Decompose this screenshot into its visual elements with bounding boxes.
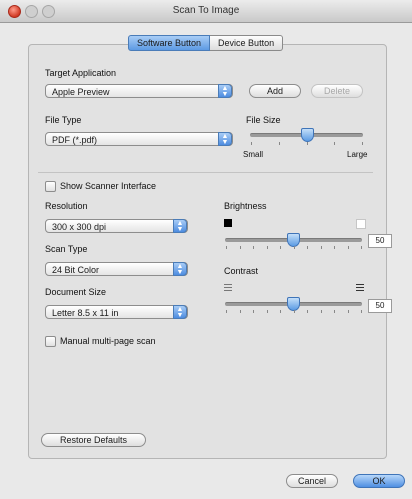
restore-defaults-button[interactable]: Restore Defaults xyxy=(41,433,146,447)
target-application-label: Target Application xyxy=(45,68,117,78)
popup-arrows-icon: ▲ ▼ xyxy=(173,262,187,276)
title-bar: Scan To Image xyxy=(0,0,412,23)
file-type-select[interactable]: PDF (*.pdf) ▲ ▼ xyxy=(45,132,233,146)
window-title: Scan To Image xyxy=(172,5,240,16)
high-contrast-icon xyxy=(356,284,364,291)
scan-type-value: 24 Bit Color xyxy=(52,265,100,275)
tab-software-button[interactable]: Software Button xyxy=(128,35,211,51)
document-size-label: Document Size xyxy=(45,287,107,297)
show-scanner-interface-label: Show Scanner Interface xyxy=(60,181,157,191)
section-divider xyxy=(38,172,373,173)
target-application-value: Apple Preview xyxy=(52,87,110,97)
scan-type-label: Scan Type xyxy=(45,244,88,254)
cancel-button[interactable]: Cancel xyxy=(286,474,338,488)
target-application-select[interactable]: Apple Preview ▲ ▼ xyxy=(45,84,233,98)
file-size-slider-knob[interactable] xyxy=(301,128,314,142)
file-size-min-label: Small xyxy=(243,150,264,159)
brightness-slider-knob[interactable] xyxy=(287,233,300,247)
file-size-max-label: Large xyxy=(347,150,368,159)
light-swatch-icon xyxy=(356,219,366,229)
resolution-label: Resolution xyxy=(45,201,88,211)
contrast-ticks xyxy=(226,310,362,313)
brightness-ticks xyxy=(226,246,362,249)
ok-button[interactable]: OK xyxy=(353,474,405,488)
popup-arrows-icon: ▲ ▼ xyxy=(218,84,232,98)
low-contrast-icon xyxy=(224,284,232,291)
tab-bar: Software Button Device Button xyxy=(128,35,284,51)
contrast-value-field[interactable]: 50 xyxy=(368,299,392,313)
file-size-label: File Size xyxy=(246,115,281,125)
scan-type-select[interactable]: 24 Bit Color ▲ ▼ xyxy=(45,262,188,276)
document-size-select[interactable]: Letter 8.5 x 11 in ▲ ▼ xyxy=(45,305,188,319)
delete-button[interactable]: Delete xyxy=(311,84,363,98)
brightness-label: Brightness xyxy=(224,201,267,211)
file-type-value: PDF (*.pdf) xyxy=(52,135,98,145)
document-size-value: Letter 8.5 x 11 in xyxy=(52,308,119,318)
resolution-select[interactable]: 300 x 300 dpi ▲ ▼ xyxy=(45,219,188,233)
contrast-label: Contrast xyxy=(224,266,259,276)
file-size-ticks xyxy=(251,142,363,145)
resolution-value: 300 x 300 dpi xyxy=(52,222,107,232)
dialog-window: Scan To Image Software Button Device But… xyxy=(0,0,412,499)
show-scanner-interface-checkbox[interactable] xyxy=(45,181,56,192)
add-button[interactable]: Add xyxy=(249,84,301,98)
popup-arrows-icon: ▲ ▼ xyxy=(173,219,187,233)
dark-swatch-icon xyxy=(224,219,232,227)
contrast-slider-knob[interactable] xyxy=(287,297,300,311)
tab-device-button[interactable]: Device Button xyxy=(210,35,284,51)
popup-arrows-icon: ▲ ▼ xyxy=(173,305,187,319)
file-type-label: File Type xyxy=(45,115,82,125)
manual-multipage-scan-label: Manual multi-page scan xyxy=(60,336,156,346)
brightness-value-field[interactable]: 50 xyxy=(368,234,392,248)
popup-arrows-icon: ▲ ▼ xyxy=(218,132,232,146)
manual-multipage-scan-checkbox[interactable] xyxy=(45,336,56,347)
